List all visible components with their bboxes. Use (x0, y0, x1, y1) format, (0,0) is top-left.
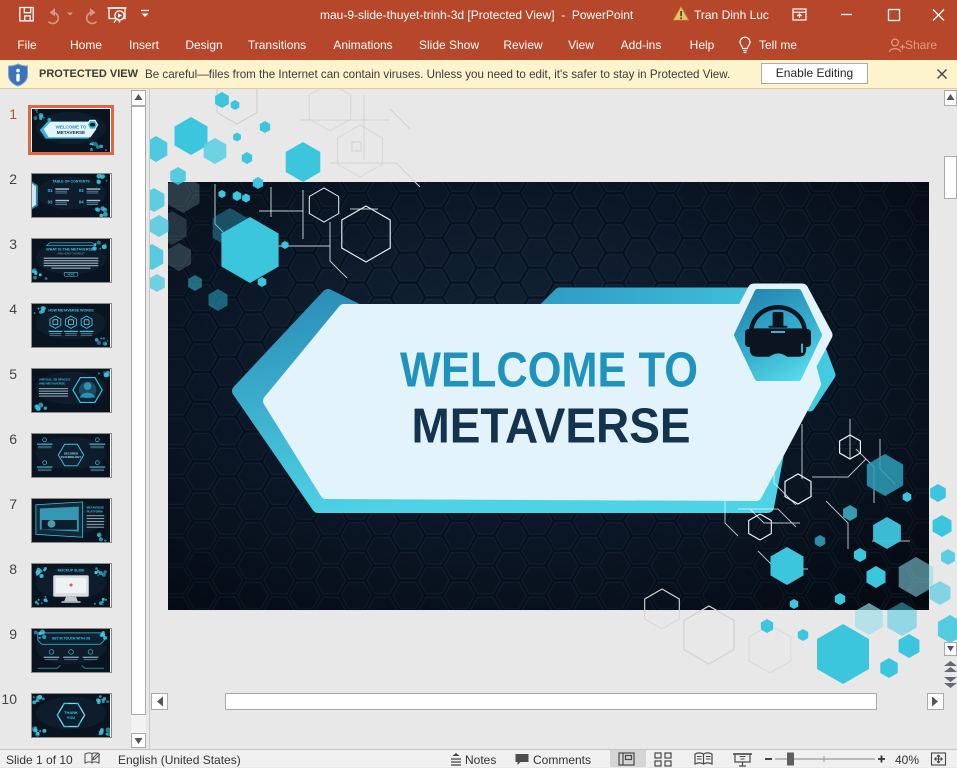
svg-text:PLATFORM: PLATFORM (87, 509, 104, 513)
svg-text:TECHNOLOGY: TECHNOLOGY (61, 455, 82, 459)
svg-text:04: 04 (79, 200, 84, 205)
svg-text:WELCOME TO: WELCOME TO (56, 125, 87, 130)
svg-text:01: 01 (48, 188, 53, 193)
svg-text:METAVERSE: METAVERSE (412, 400, 691, 454)
svg-text:AND METAVERSE: AND METAVERSE (39, 381, 65, 385)
svg-text:THANK: THANK (64, 711, 78, 715)
svg-text:METAVERSE: METAVERSE (57, 130, 85, 135)
svg-text:AND HOW IT WORKS?: AND HOW IT WORKS? (58, 252, 85, 255)
svg-text:YOU: YOU (67, 716, 76, 720)
svg-text:MOCKUP SLIDE: MOCKUP SLIDE (58, 569, 85, 573)
svg-text:WHAT IS THE METAVERSE?: WHAT IS THE METAVERSE? (46, 247, 96, 251)
svg-text:MORE: MORE (68, 274, 75, 276)
svg-text:WELCOME TO: WELCOME TO (400, 344, 698, 398)
svg-text:03: 03 (48, 200, 53, 205)
svg-text:GET IN TOUCH WITH US: GET IN TOUCH WITH US (52, 637, 91, 641)
svg-text:HOW METAVERSE WORKS: HOW METAVERSE WORKS (48, 309, 94, 313)
svg-text:02: 02 (79, 188, 84, 193)
svg-text:TABLE OF CONTENTS: TABLE OF CONTENTS (52, 180, 90, 184)
